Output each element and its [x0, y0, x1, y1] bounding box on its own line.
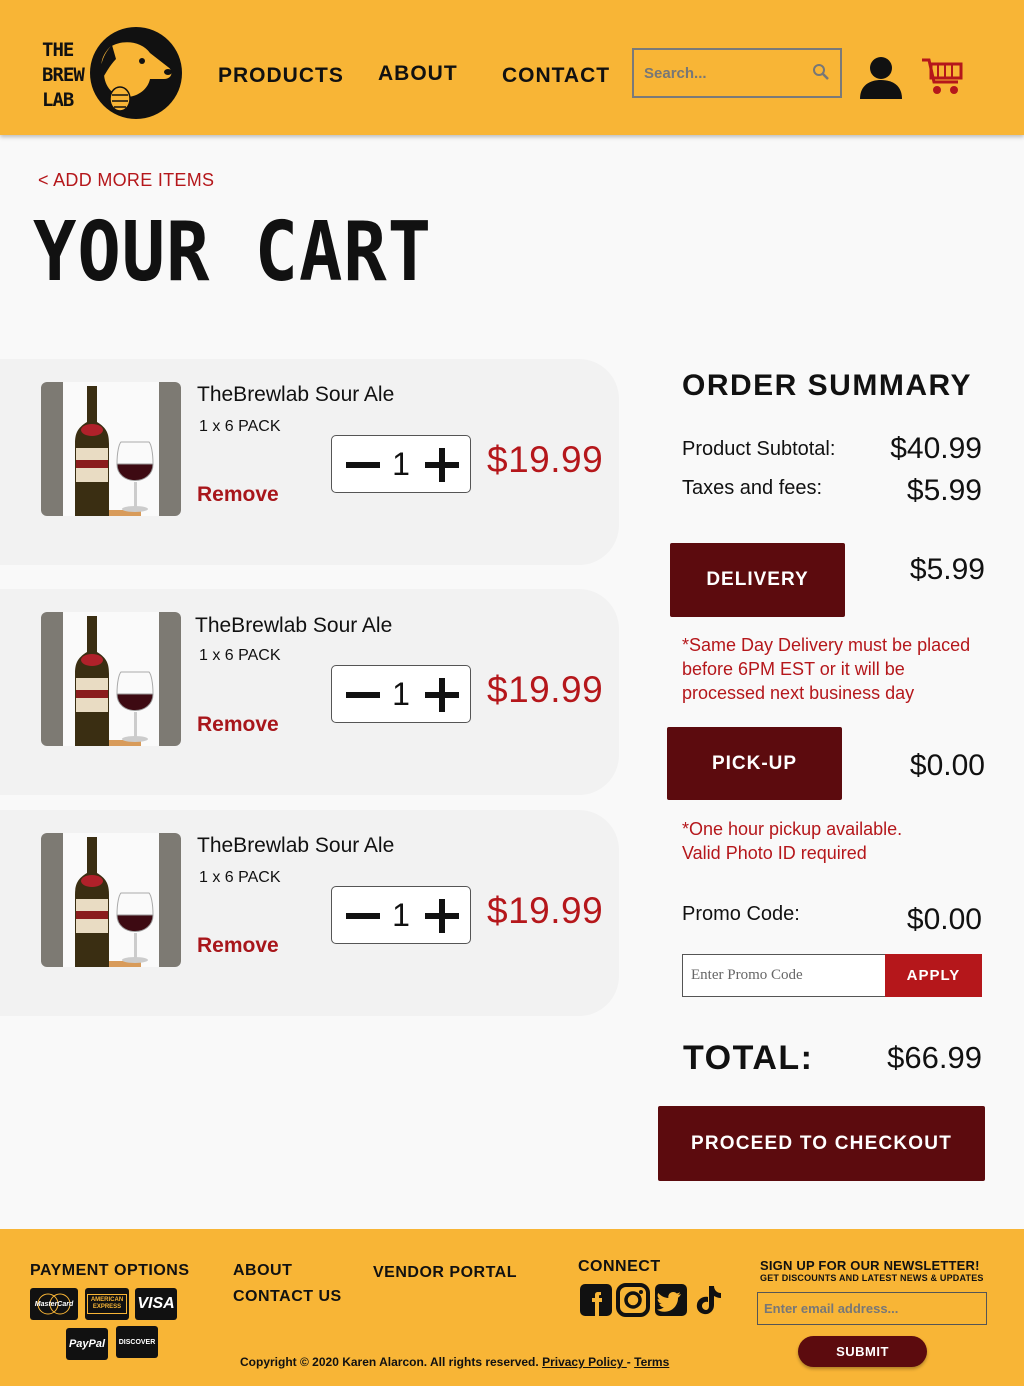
vendor-portal-link[interactable]: VENDOR PORTAL: [373, 1264, 517, 1282]
card-label: PayPal: [68, 1338, 106, 1350]
tiktok-icon[interactable]: [692, 1283, 726, 1317]
remove-button[interactable]: Remove: [197, 934, 279, 958]
quantity-value: 1: [392, 897, 410, 933]
site-header: THE BREW LAB PRODUCTS ABOUT CONTACT: [0, 0, 1024, 135]
privacy-policy-link[interactable]: Privacy Policy: [542, 1355, 627, 1369]
product-image[interactable]: [41, 833, 181, 967]
terms-link[interactable]: Terms: [634, 1355, 669, 1369]
payment-options-title: PAYMENT OPTIONS: [30, 1262, 190, 1279]
minus-icon[interactable]: [346, 692, 380, 698]
nav-products[interactable]: PRODUCTS: [218, 64, 344, 88]
paypal-icon: PayPal: [66, 1328, 108, 1360]
taxes-value: $5.99: [906, 474, 982, 507]
plus-icon[interactable]: [425, 899, 459, 933]
order-summary-title: ORDER SUMMARY: [682, 369, 973, 402]
minus-icon[interactable]: [346, 462, 380, 468]
footer-separator: -: [626, 1355, 631, 1369]
visa-icon: VISA: [135, 1288, 177, 1320]
subtotal-label: Product Subtotal:: [682, 438, 836, 460]
amex-icon: AMERICAN EXPRESS: [85, 1288, 129, 1320]
card-label: MasterCard: [34, 1300, 74, 1308]
add-more-items-link[interactable]: < ADD MORE ITEMS: [38, 170, 214, 191]
subtotal-value: $40.99: [890, 432, 982, 465]
item-price: $19.99: [487, 890, 604, 931]
dog-logo-icon[interactable]: [90, 27, 182, 119]
quantity-stepper: 1: [331, 435, 471, 493]
remove-button[interactable]: Remove: [197, 483, 279, 507]
apply-button[interactable]: APPLY: [885, 954, 982, 997]
minus-icon[interactable]: [346, 913, 380, 919]
quantity-value: 1: [392, 676, 410, 712]
facebook-icon[interactable]: [579, 1283, 613, 1317]
logo-line: LAB: [42, 89, 74, 111]
logo-wordmark[interactable]: THE BREW LAB: [42, 38, 85, 113]
item-pack-size: 1 x 6 PACK: [199, 869, 281, 886]
logo-line: BREW: [42, 64, 85, 86]
plus-icon[interactable]: [425, 678, 459, 712]
delivery-note: *Same Day Delivery must be placed before…: [682, 635, 971, 703]
card-label: AMERICAN EXPRESS: [87, 1294, 127, 1314]
cart-item: TheBrewlab Sour Ale 1 x 6 PACK Remove 1 …: [0, 810, 619, 1016]
delivery-value: $5.99: [909, 553, 985, 586]
checkout-button[interactable]: PROCEED TO CHECKOUT: [658, 1106, 985, 1181]
search-input[interactable]: [644, 60, 804, 86]
item-price: $19.99: [487, 439, 604, 480]
promo-code-input[interactable]: [682, 954, 886, 997]
nav-about[interactable]: ABOUT: [378, 62, 458, 86]
logo-line: THE: [42, 39, 74, 61]
cart-item: TheBrewlab Sour Ale 1 x 6 PACK Remove 1 …: [0, 359, 619, 565]
footer-contact-link[interactable]: CONTACT US: [233, 1288, 342, 1306]
cart-icon[interactable]: [920, 56, 964, 103]
item-name[interactable]: TheBrewlab Sour Ale: [197, 383, 394, 407]
item-price: $19.99: [487, 669, 604, 710]
user-icon[interactable]: [858, 55, 904, 104]
pickup-note: *One hour pickup available. Valid Photo …: [682, 819, 903, 863]
newsletter-title: SIGN UP FOR OUR NEWSLETTER!: [760, 1258, 980, 1273]
item-pack-size: 1 x 6 PACK: [199, 418, 281, 435]
item-name[interactable]: TheBrewlab Sour Ale: [197, 834, 394, 858]
item-name[interactable]: TheBrewlab Sour Ale: [195, 614, 392, 638]
footer-about-link[interactable]: ABOUT: [233, 1262, 292, 1280]
quantity-stepper: 1: [331, 665, 471, 723]
taxes-label: Taxes and fees:: [682, 477, 823, 499]
page-title: YOUR CART: [33, 205, 432, 300]
discover-icon: DISCOVER: [116, 1326, 158, 1358]
item-pack-size: 1 x 6 PACK: [199, 647, 281, 664]
quantity-stepper: 1: [331, 886, 471, 944]
card-label: DISCOVER: [118, 1338, 156, 1346]
search-icon[interactable]: [812, 63, 830, 86]
search-bar: [632, 48, 842, 98]
plus-icon[interactable]: [425, 448, 459, 482]
pickup-button[interactable]: PICK-UP: [667, 727, 842, 800]
quantity-value: 1: [392, 446, 410, 482]
product-image[interactable]: [41, 612, 181, 746]
cart-item: TheBrewlab Sour Ale 1 x 6 PACK Remove 1 …: [0, 589, 619, 795]
card-label: VISA: [137, 1295, 175, 1312]
remove-button[interactable]: Remove: [197, 713, 279, 737]
copyright-statement: Copyright © 2020 Karen Alarcon. All righ…: [240, 1355, 539, 1369]
connect-title: CONNECT: [578, 1258, 661, 1275]
newsletter-email-input[interactable]: [757, 1292, 987, 1325]
newsletter-submit-button[interactable]: SUBMIT: [798, 1336, 927, 1367]
copyright-text: Copyright © 2020 Karen Alarcon. All righ…: [240, 1355, 669, 1369]
nav-contact[interactable]: CONTACT: [502, 64, 610, 88]
delivery-button[interactable]: DELIVERY: [670, 543, 845, 617]
instagram-icon[interactable]: [616, 1283, 650, 1317]
twitter-icon[interactable]: [654, 1283, 688, 1317]
newsletter-subtitle: GET DISCOUNTS AND LATEST NEWS & UPDATES: [760, 1273, 984, 1283]
pickup-value: $0.00: [909, 749, 985, 782]
promo-value: $0.00: [906, 903, 982, 936]
total-value: $66.99: [887, 1040, 982, 1075]
product-image[interactable]: [41, 382, 181, 516]
promo-label: Promo Code:: [682, 903, 800, 925]
mastercard-icon: MasterCard: [30, 1288, 78, 1320]
total-label: TOTAL:: [683, 1039, 814, 1077]
